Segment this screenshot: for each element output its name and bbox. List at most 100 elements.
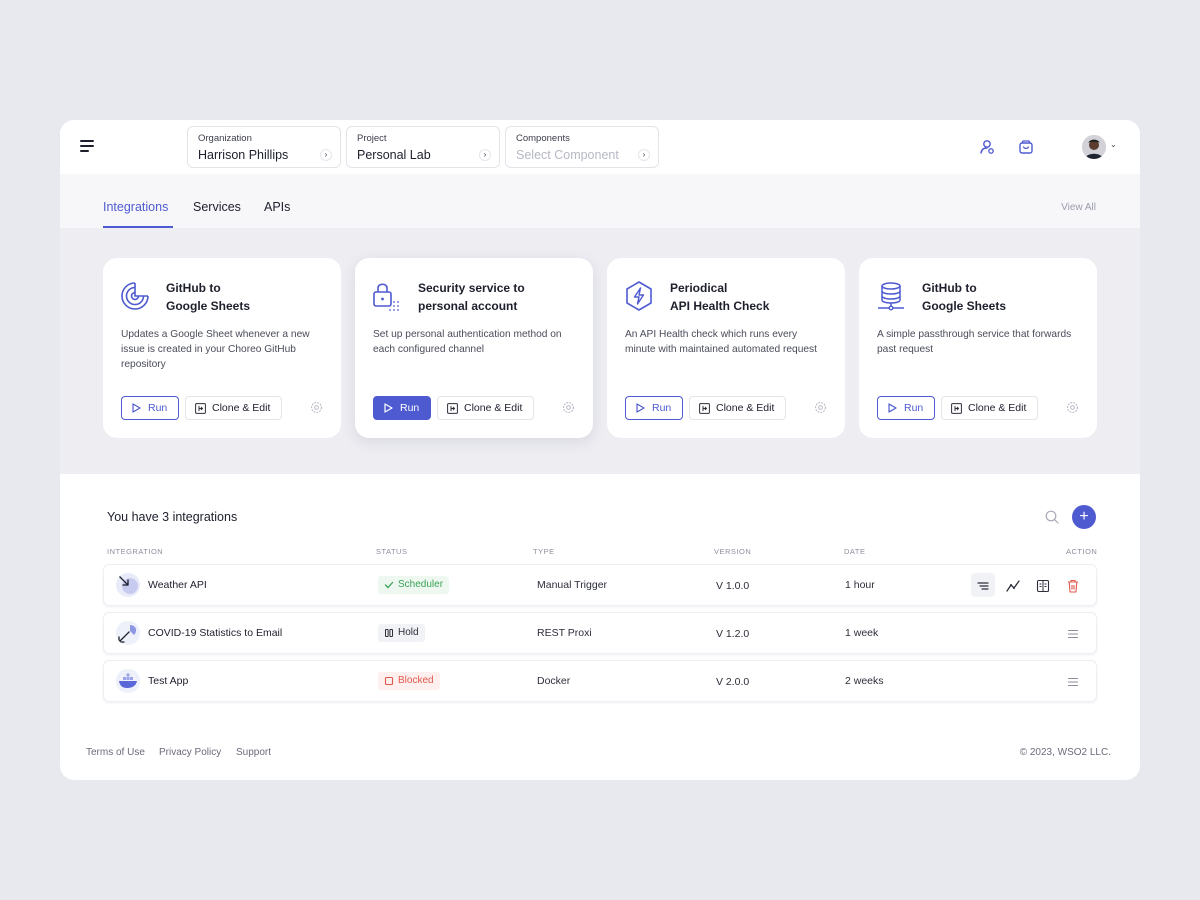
tabs-bar: Integrations Services APIs View All bbox=[60, 174, 1140, 228]
gear-icon[interactable] bbox=[814, 401, 827, 414]
status-label: Blocked bbox=[398, 675, 434, 686]
project-label: Project bbox=[357, 133, 387, 144]
clone-edit-button[interactable]: Clone & Edit bbox=[437, 396, 534, 420]
play-icon bbox=[636, 403, 645, 413]
tab-services[interactable]: Services bbox=[193, 200, 241, 214]
clone-label: Clone & Edit bbox=[464, 402, 523, 414]
header-version: VERSION bbox=[714, 547, 752, 556]
run-label: Run bbox=[904, 402, 924, 414]
integration-type: Docker bbox=[537, 675, 571, 687]
run-label: Run bbox=[652, 402, 672, 414]
status-badge: Scheduler bbox=[378, 576, 450, 594]
add-integration-button[interactable]: + bbox=[1072, 505, 1096, 529]
run-button[interactable]: Run bbox=[373, 396, 431, 420]
card-title: Periodical API Health Check bbox=[670, 281, 770, 313]
tab-apis[interactable]: APIs bbox=[264, 200, 290, 214]
user-settings-icon[interactable] bbox=[978, 138, 996, 156]
trash-icon[interactable] bbox=[1065, 578, 1081, 594]
pause-icon bbox=[385, 629, 393, 637]
clone-icon bbox=[951, 403, 962, 414]
terms-of-use-link[interactable]: Terms of Use bbox=[86, 747, 145, 758]
integration-version: V 2.0.0 bbox=[716, 676, 750, 688]
clone-label: Clone & Edit bbox=[212, 402, 271, 414]
gear-icon[interactable] bbox=[310, 401, 323, 414]
integration-version: V 1.0.0 bbox=[716, 580, 750, 592]
privacy-policy-link[interactable]: Privacy Policy bbox=[159, 747, 221, 758]
view-all-link[interactable]: View All bbox=[1061, 202, 1096, 213]
shopping-bag-icon[interactable] bbox=[1017, 138, 1035, 156]
blocked-icon bbox=[384, 676, 394, 686]
top-bar: Organization Harrison Phillips › Project… bbox=[60, 120, 1140, 174]
components-selector[interactable]: Components Select Component › bbox=[505, 126, 659, 168]
chevron-right-icon: › bbox=[638, 149, 650, 161]
template-card: Security service to personal account Set… bbox=[355, 258, 593, 438]
chevron-down-icon[interactable]: ⌄ bbox=[1110, 140, 1117, 149]
integration-date: 2 weeks bbox=[845, 675, 884, 687]
project-selector[interactable]: Project Personal Lab › bbox=[346, 126, 500, 168]
covid-stats-icon bbox=[116, 621, 140, 645]
chevron-right-icon: › bbox=[479, 149, 491, 161]
integration-type: REST Proxi bbox=[537, 627, 592, 639]
analytics-icon[interactable] bbox=[1005, 578, 1021, 594]
tab-integrations[interactable]: Integrations bbox=[103, 200, 168, 214]
status-badge: Blocked bbox=[378, 672, 440, 690]
clone-edit-button[interactable]: Clone & Edit bbox=[941, 396, 1038, 420]
row-menu-icon[interactable] bbox=[1065, 674, 1081, 690]
header-action: ACTION bbox=[1066, 547, 1098, 556]
integrations-count-title: You have 3 integrations bbox=[107, 510, 238, 524]
play-icon bbox=[132, 403, 141, 413]
menu-icon[interactable] bbox=[80, 140, 96, 154]
card-description: An API Health check which runs every min… bbox=[625, 329, 817, 355]
organization-label: Organization bbox=[198, 133, 252, 144]
row-menu-icon[interactable] bbox=[1065, 626, 1081, 642]
run-label: Run bbox=[400, 402, 420, 414]
header-integration: INTEGRATION bbox=[107, 547, 164, 556]
integration-name: Test App bbox=[148, 675, 189, 687]
table-row[interactable]: Weather API Scheduler Manual Trigger V 1… bbox=[103, 564, 1097, 606]
gear-icon[interactable] bbox=[562, 401, 575, 414]
chevron-right-icon: › bbox=[320, 149, 332, 161]
status-label: Scheduler bbox=[398, 579, 444, 590]
clone-icon bbox=[699, 403, 710, 414]
card-description: Updates a Google Sheet whenever a new is… bbox=[121, 329, 310, 370]
docker-icon bbox=[116, 669, 140, 693]
integration-name: COVID-19 Statistics to Email bbox=[148, 627, 283, 639]
gear-icon[interactable] bbox=[1066, 401, 1079, 414]
template-card: Periodical API Health Check An API Healt… bbox=[607, 258, 845, 438]
components-label: Components bbox=[516, 133, 570, 144]
table-row[interactable]: Test App Blocked Docker V 2.0.0 2 weeks bbox=[103, 660, 1097, 702]
document-icon[interactable] bbox=[1035, 578, 1051, 594]
templates-section: GitHub to Google Sheets Updates a Google… bbox=[60, 228, 1140, 474]
table-row[interactable]: COVID-19 Statistics to Email Hold REST P… bbox=[103, 612, 1097, 654]
database-icon bbox=[878, 282, 904, 311]
search-icon[interactable] bbox=[1044, 509, 1060, 525]
avatar[interactable] bbox=[1082, 135, 1106, 159]
support-link[interactable]: Support bbox=[236, 747, 271, 758]
copyright: © 2023, WSO2 LLC. bbox=[1019, 747, 1111, 758]
clone-edit-button[interactable]: Clone & Edit bbox=[185, 396, 282, 420]
header-type: TYPE bbox=[533, 547, 555, 556]
weather-api-icon bbox=[116, 573, 140, 597]
lightning-hexagon-icon bbox=[626, 281, 652, 311]
header-date: DATE bbox=[844, 547, 866, 556]
project-value: Personal Lab bbox=[357, 148, 431, 162]
status-badge: Hold bbox=[378, 624, 425, 642]
organization-value: Harrison Phillips bbox=[198, 148, 289, 162]
template-card: GitHub to Google Sheets A simple passthr… bbox=[859, 258, 1097, 438]
template-card: GitHub to Google Sheets Updates a Google… bbox=[103, 258, 341, 438]
run-label: Run bbox=[148, 402, 168, 414]
clone-edit-button[interactable]: Clone & Edit bbox=[689, 396, 786, 420]
organization-selector[interactable]: Organization Harrison Phillips › bbox=[187, 126, 341, 168]
run-button[interactable]: Run bbox=[625, 396, 683, 420]
check-icon bbox=[384, 581, 394, 589]
status-label: Hold bbox=[398, 627, 419, 638]
card-title: GitHub to Google Sheets bbox=[922, 281, 1007, 313]
run-button[interactable]: Run bbox=[121, 396, 179, 420]
integration-version: V 1.2.0 bbox=[716, 628, 750, 640]
integration-name: Weather API bbox=[148, 579, 207, 591]
radar-icon bbox=[121, 282, 149, 310]
card-title: Security service to personal account bbox=[418, 281, 525, 313]
integration-date: 1 week bbox=[845, 627, 879, 639]
run-button[interactable]: Run bbox=[877, 396, 935, 420]
logs-icon[interactable] bbox=[975, 578, 991, 594]
